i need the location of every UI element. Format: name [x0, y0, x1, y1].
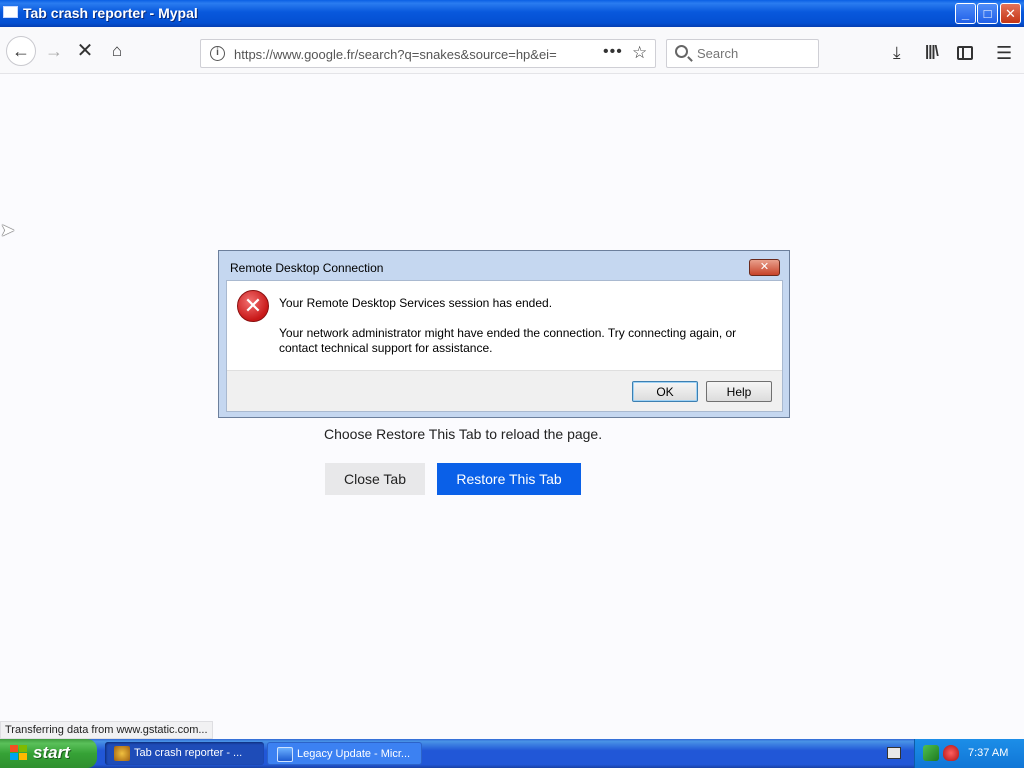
bookmark-star-icon[interactable]: ☆ [632, 43, 647, 63]
taskbar-item-legacy-update[interactable]: Legacy Update - Micr... [267, 742, 422, 765]
window-titlebar[interactable]: Tab crash reporter - Mypal _ □ ✕ [0, 0, 1024, 27]
minimize-button[interactable]: _ [955, 3, 976, 24]
home-button[interactable]: ⌂ [103, 37, 131, 65]
search-box[interactable] [666, 39, 819, 68]
site-info-icon[interactable]: i [210, 46, 225, 61]
sidebar-toggle-icon[interactable] [957, 46, 973, 60]
keyboard-icon[interactable] [887, 747, 901, 759]
taskbar-item-label: Tab crash reporter - ... [134, 747, 243, 759]
stop-button[interactable]: ✕ [71, 37, 99, 65]
help-button[interactable]: Help [706, 381, 772, 402]
windows-flag-icon [10, 745, 28, 762]
close-tab-button[interactable]: Close Tab [325, 463, 425, 495]
mypal-icon [114, 746, 130, 761]
start-label: start [33, 743, 70, 762]
download-icon[interactable]: ⤓ [893, 43, 901, 63]
hamburger-menu-icon[interactable]: ☰ [996, 43, 1012, 64]
dialog-footer: OK Help [227, 370, 782, 411]
back-button[interactable]: ← [6, 36, 36, 66]
start-button[interactable]: start [0, 739, 97, 768]
library-icon[interactable]: |||\ [925, 43, 939, 60]
mouse-cursor-icon: ➤ [0, 220, 16, 240]
dialog-close-button[interactable]: ✕ [749, 259, 780, 276]
page-actions-icon[interactable]: ••• [603, 43, 623, 61]
dialog-message: Your Remote Desktop Services session has… [279, 296, 553, 310]
taskbar-item-label: Legacy Update - Micr... [297, 748, 411, 760]
clock: 7:37 AM [968, 747, 1009, 759]
network-icon[interactable] [923, 745, 939, 761]
dialog-detail: Your network administrator might have en… [279, 326, 737, 355]
crash-instruction: Choose Restore This Tab to reload the pa… [324, 426, 603, 442]
url-text[interactable]: https://www.google.fr/search?q=snakes&so… [234, 47, 574, 62]
window-title: Tab crash reporter - Mypal [23, 5, 198, 21]
app-icon [3, 6, 18, 18]
dialog-body: ✕ Your Remote Desktop Services session h… [226, 280, 783, 412]
rdp-error-dialog: Remote Desktop Connection ✕ ✕ Your Remot… [218, 250, 790, 418]
address-bar[interactable]: i https://www.google.fr/search?q=snakes&… [200, 39, 656, 68]
restore-tab-button[interactable]: Restore This Tab [437, 463, 581, 495]
search-input[interactable] [697, 46, 812, 61]
close-window-button[interactable]: ✕ [1000, 3, 1021, 24]
security-shield-icon[interactable] [943, 745, 959, 761]
ok-button[interactable]: OK [632, 381, 698, 402]
forward-button[interactable]: → [40, 37, 68, 65]
browser-toolbar: ← → ✕ ⌂ i https://www.google.fr/search?q… [0, 27, 1024, 74]
taskbar-item-mypal[interactable]: Tab crash reporter - ... [105, 742, 264, 765]
maximize-button[interactable]: □ [977, 3, 998, 24]
ie-icon [277, 747, 293, 762]
search-icon [675, 45, 688, 58]
status-text: Transferring data from www.gstatic.com..… [0, 721, 213, 739]
error-icon: ✕ [237, 290, 269, 322]
taskbar: start Tab crash reporter - ... Legacy Up… [0, 739, 1024, 768]
dialog-title: Remote Desktop Connection [230, 261, 384, 275]
system-tray: 7:37 AM [914, 739, 1024, 768]
